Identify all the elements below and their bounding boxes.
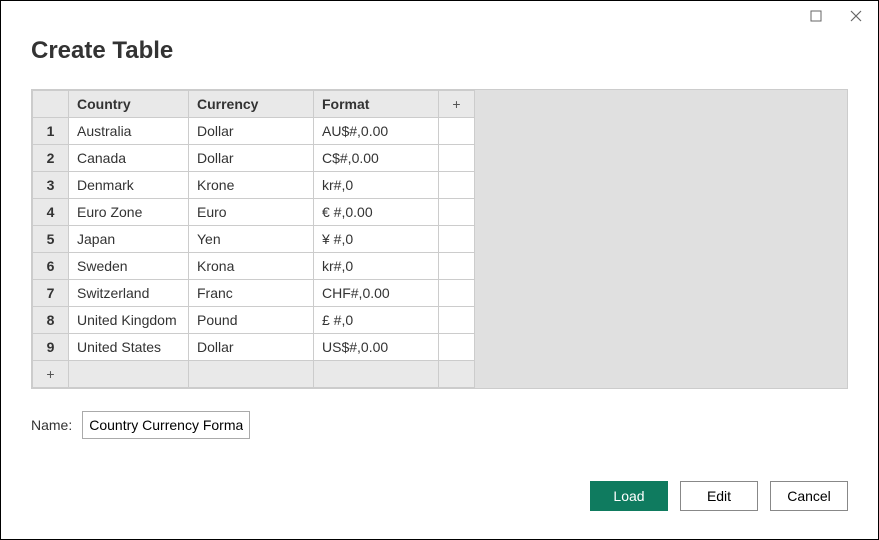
cell-format[interactable]: US$#,0.00: [314, 334, 439, 361]
cell-currency[interactable]: Krona: [189, 253, 314, 280]
cancel-button[interactable]: Cancel: [770, 481, 848, 511]
cell-empty[interactable]: [439, 334, 475, 361]
data-table[interactable]: Country Currency Format + 1AustraliaDoll…: [32, 90, 475, 388]
cell-empty[interactable]: [439, 307, 475, 334]
cell-empty[interactable]: [439, 226, 475, 253]
create-table-dialog: Create Table Country Currency Format + 1…: [0, 0, 879, 540]
cell-format[interactable]: C$#,0.00: [314, 145, 439, 172]
table-row: 7SwitzerlandFrancCHF#,0.00: [33, 280, 475, 307]
cell-empty[interactable]: [439, 361, 475, 388]
cell-empty[interactable]: [439, 118, 475, 145]
row-header[interactable]: 5: [33, 226, 69, 253]
cell-empty[interactable]: [314, 361, 439, 388]
cell-empty[interactable]: [439, 145, 475, 172]
cell-country[interactable]: Japan: [69, 226, 189, 253]
cell-format[interactable]: kr#,0: [314, 172, 439, 199]
cell-currency[interactable]: Dollar: [189, 145, 314, 172]
cell-country[interactable]: Sweden: [69, 253, 189, 280]
table-row: 2CanadaDollarC$#,0.00: [33, 145, 475, 172]
cell-currency[interactable]: Dollar: [189, 118, 314, 145]
titlebar: [1, 1, 878, 31]
cell-format[interactable]: € #,0.00: [314, 199, 439, 226]
cell-empty[interactable]: [439, 253, 475, 280]
cell-format[interactable]: £ #,0: [314, 307, 439, 334]
cell-empty[interactable]: [439, 172, 475, 199]
name-row: Name:: [31, 411, 848, 439]
cell-currency[interactable]: Franc: [189, 280, 314, 307]
add-column-button[interactable]: +: [439, 91, 475, 118]
table-row: 6SwedenKronakr#,0: [33, 253, 475, 280]
column-header-format[interactable]: Format: [314, 91, 439, 118]
add-row: +: [33, 361, 475, 388]
table-row: 4Euro ZoneEuro€ #,0.00: [33, 199, 475, 226]
add-row-button[interactable]: +: [33, 361, 69, 388]
table-row: 1AustraliaDollarAU$#,0.00: [33, 118, 475, 145]
name-input[interactable]: [82, 411, 250, 439]
cell-format[interactable]: ¥ #,0: [314, 226, 439, 253]
cell-format[interactable]: AU$#,0.00: [314, 118, 439, 145]
row-header[interactable]: 9: [33, 334, 69, 361]
cell-currency[interactable]: Pound: [189, 307, 314, 334]
row-header[interactable]: 7: [33, 280, 69, 307]
row-header[interactable]: 3: [33, 172, 69, 199]
close-icon: [850, 10, 862, 22]
load-button[interactable]: Load: [590, 481, 668, 511]
cell-country[interactable]: United States: [69, 334, 189, 361]
cell-empty[interactable]: [69, 361, 189, 388]
button-row: Load Edit Cancel: [590, 481, 848, 511]
cell-format[interactable]: CHF#,0.00: [314, 280, 439, 307]
cell-country[interactable]: Switzerland: [69, 280, 189, 307]
cell-empty[interactable]: [189, 361, 314, 388]
row-header[interactable]: 2: [33, 145, 69, 172]
table-row: 9United StatesDollarUS$#,0.00: [33, 334, 475, 361]
cell-currency[interactable]: Krone: [189, 172, 314, 199]
cell-currency[interactable]: Yen: [189, 226, 314, 253]
row-header[interactable]: 6: [33, 253, 69, 280]
table-row: 8United KingdomPound£ #,0: [33, 307, 475, 334]
row-header[interactable]: 4: [33, 199, 69, 226]
column-header-currency[interactable]: Currency: [189, 91, 314, 118]
cell-country[interactable]: United Kingdom: [69, 307, 189, 334]
maximize-button[interactable]: [802, 2, 830, 30]
dialog-title: Create Table: [31, 37, 848, 65]
close-button[interactable]: [842, 2, 870, 30]
row-header[interactable]: 8: [33, 307, 69, 334]
cell-empty[interactable]: [439, 199, 475, 226]
name-label: Name:: [31, 417, 72, 433]
cell-currency[interactable]: Euro: [189, 199, 314, 226]
cell-country[interactable]: Australia: [69, 118, 189, 145]
table-grid-area: Country Currency Format + 1AustraliaDoll…: [31, 89, 848, 389]
cell-country[interactable]: Euro Zone: [69, 199, 189, 226]
grid-corner[interactable]: [33, 91, 69, 118]
table-row: 5JapanYen¥ #,0: [33, 226, 475, 253]
column-header-country[interactable]: Country: [69, 91, 189, 118]
cell-currency[interactable]: Dollar: [189, 334, 314, 361]
cell-format[interactable]: kr#,0: [314, 253, 439, 280]
cell-country[interactable]: Canada: [69, 145, 189, 172]
maximize-icon: [810, 10, 822, 22]
table-row: 3DenmarkKronekr#,0: [33, 172, 475, 199]
cell-country[interactable]: Denmark: [69, 172, 189, 199]
row-header[interactable]: 1: [33, 118, 69, 145]
cell-empty[interactable]: [439, 280, 475, 307]
edit-button[interactable]: Edit: [680, 481, 758, 511]
